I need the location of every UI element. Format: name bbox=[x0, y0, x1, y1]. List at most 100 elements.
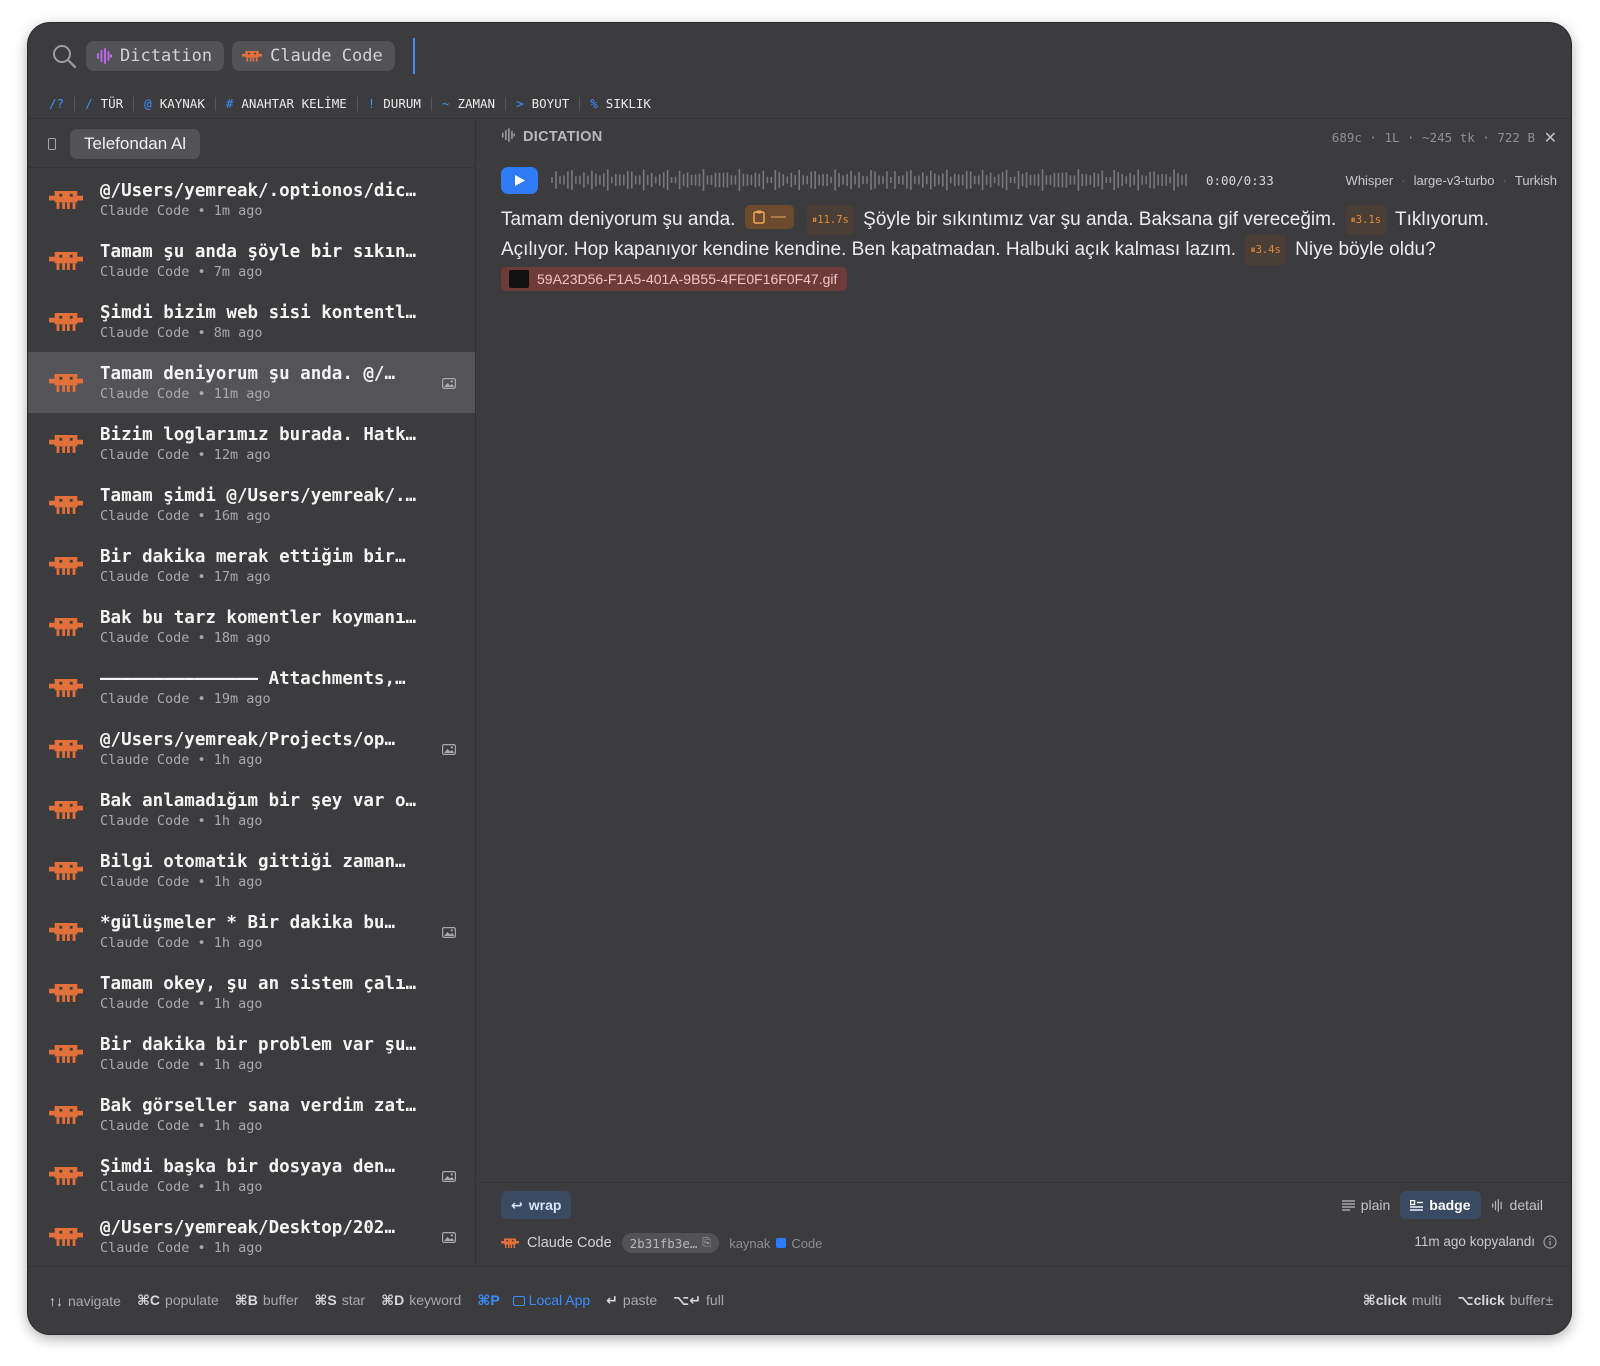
filter-symbol: / bbox=[85, 96, 93, 111]
list-item[interactable]: Tamam okey, şu an sistem çalı… Claude Cod… bbox=[28, 962, 475, 1023]
hint-multi: ⌘click multi bbox=[1363, 1292, 1442, 1309]
audio-player: 0:00/0:33 Whisper · large-v3-turbo · Tur… bbox=[501, 166, 1557, 194]
list-item[interactable]: Şimdi başka bir dosyaya den… Claude Code … bbox=[28, 1145, 475, 1206]
list-item-title: Tamam deniyorum şu anda. @/… bbox=[100, 363, 396, 384]
list-item-text: Tamam şu anda şöyle bir sıkın… Claude Cod… bbox=[100, 241, 430, 281]
list-item[interactable]: Bizim loglarımız burada. Hatk… Claude Cod… bbox=[28, 413, 475, 474]
list-item[interactable]: @/Users/yemreak/Projects/op… Claude Code … bbox=[28, 718, 475, 779]
transcript-segment: Şöyle bir sıkıntımız var şu anda. Baksan… bbox=[863, 209, 1337, 230]
list-item[interactable]: Bak görseller sana verdim zat… Claude Cod… bbox=[28, 1084, 475, 1145]
filter-label: DURUM bbox=[383, 96, 421, 111]
list-item-text: Tamam deniyorum şu anda. @/… Claude Code … bbox=[100, 363, 430, 403]
filter-symbol: @ bbox=[144, 96, 152, 111]
clipboard-badge[interactable]: — bbox=[744, 205, 794, 229]
filter-boyut[interactable]: > BOYUT bbox=[506, 96, 581, 111]
session-hash[interactable]: 2b31fb3e… ⎘ bbox=[621, 1233, 720, 1253]
list-item[interactable]: Tamam şu anda şöyle bir sıkın… Claude Cod… bbox=[28, 230, 475, 291]
list-item[interactable]: Bir dakika merak ettiğim bir… Claude Code… bbox=[28, 535, 475, 596]
list-item-text: Bilgi otomatik gittiği zaman… Claude Code… bbox=[100, 851, 430, 891]
image-attachment-icon bbox=[442, 376, 457, 394]
filter-bar: /? / TÜR @ KAYNAK # ANAHTAR KELİME ! DURUM ~… bbox=[28, 89, 1571, 119]
waveform-icon bbox=[1491, 1198, 1502, 1212]
list-item-title: ——————————————— Attachments,… bbox=[100, 668, 406, 689]
list-item[interactable]: Bak bu tarz komentler koymanı… Claude Cod… bbox=[28, 596, 475, 657]
hint-key: ↑↓ bbox=[49, 1292, 63, 1309]
transcript-text[interactable]: Tamam deniyorum şu anda. — ⏸11.7s Şöyle … bbox=[501, 205, 1535, 291]
filter-kaynak[interactable]: @ KAYNAK bbox=[134, 96, 216, 111]
code-app-icon bbox=[776, 1238, 787, 1248]
mode-plain[interactable]: plain bbox=[1332, 1191, 1401, 1219]
filter-label: ZAMAN bbox=[457, 96, 496, 111]
hash-text: 2b31fb3e… bbox=[629, 1235, 698, 1251]
hint-label: keyword bbox=[409, 1292, 462, 1308]
hint-label: paste bbox=[622, 1292, 658, 1308]
filter-symbol: % bbox=[590, 96, 598, 111]
hint-label: Local App bbox=[528, 1292, 591, 1308]
detail-stats: 689c · 1L · ~245 tk · 722 B bbox=[1331, 130, 1535, 145]
list-item-title: *gülüşmeler * Bir dakika bu… bbox=[100, 912, 396, 933]
separator: · bbox=[1401, 173, 1406, 188]
filter-durum[interactable]: ! DURUM bbox=[358, 96, 432, 111]
list-item-meta: Claude Code • 1h ago bbox=[100, 1178, 263, 1195]
list-item-title: @/Users/yemreak/.optionos/dic… bbox=[100, 180, 417, 201]
app-window: Dictation Claude Code /? / TÜR @ KAYNAK # A… bbox=[28, 23, 1571, 1334]
filter-anahtar-kelime[interactable]: # ANAHTAR KELİME bbox=[216, 96, 358, 111]
clipboard-icon bbox=[752, 210, 765, 224]
claude-crab-icon bbox=[48, 1104, 84, 1126]
list-item-title: Bizim loglarımız burada. Hatk… bbox=[100, 424, 417, 445]
hint-local-app[interactable]: ⌘P Local App bbox=[477, 1292, 590, 1309]
transcription-meta: Whisper · large-v3-turbo · Turkish bbox=[1338, 173, 1557, 188]
search-bar[interactable]: Dictation Claude Code bbox=[28, 23, 1571, 89]
claude-crab-icon bbox=[48, 616, 84, 638]
list-item-text: Bak görseller sana verdim zat… Claude Cod… bbox=[100, 1095, 430, 1135]
list-item[interactable]: Şimdi bizim web sisi kontentl… Claude Cod… bbox=[28, 291, 475, 352]
audio-waveform[interactable] bbox=[550, 167, 1192, 193]
list-item[interactable]: Bir dakika bir problem var şu… Claude Cod… bbox=[28, 1023, 475, 1084]
claude-crab-icon bbox=[48, 311, 84, 333]
filter-tur[interactable]: / TÜR bbox=[75, 96, 135, 111]
pause-duration: 11.7s bbox=[817, 214, 849, 226]
play-button[interactable] bbox=[501, 166, 538, 194]
hint-keyword: ⌘D keyword bbox=[381, 1292, 461, 1309]
gif-thumbnail bbox=[509, 270, 529, 288]
list-item[interactable]: @/Users/yemreak/Desktop/202… Claude Code … bbox=[28, 1206, 475, 1266]
close-icon[interactable]: ✕ bbox=[1544, 128, 1557, 148]
filter-chip-claude-code[interactable]: Claude Code bbox=[232, 41, 395, 71]
hint-full: ⌥↵ full bbox=[673, 1292, 724, 1309]
list-item[interactable]: Tamam deniyorum şu anda. @/… Claude Code … bbox=[28, 352, 475, 413]
filter-chip-dictation[interactable]: Dictation bbox=[86, 41, 225, 71]
list-item[interactable]: Tamam şimdi @/Users/yemreak/.… Claude Cod… bbox=[28, 474, 475, 535]
attachment-row: 59A23D56-F1A5-401A-9B55-4FE0F16F0F47.gif bbox=[501, 267, 1535, 291]
claude-crab-icon bbox=[501, 1237, 519, 1249]
list-item[interactable]: ——————————————— Attachments,… Claude Code… bbox=[28, 657, 475, 718]
list-item-text: Bir dakika merak ettiğim bir… Claude Code… bbox=[100, 546, 430, 586]
list-item-text: Şimdi başka bir dosyaya den… Claude Code … bbox=[100, 1156, 430, 1196]
waveform-icon bbox=[96, 48, 112, 64]
list-item-title: Bilgi otomatik gittiği zaman… bbox=[100, 851, 406, 872]
list-item[interactable]: @/Users/yemreak/.optionos/dic… Claude Cod… bbox=[28, 169, 475, 230]
code-app-chip[interactable]: Code bbox=[776, 1236, 822, 1251]
mode-badge[interactable]: badge bbox=[1400, 1191, 1481, 1219]
shortcut-bar: ↑↓ navigate ⌘C populate ⌘B buffer ⌘S star ⌘D… bbox=[28, 1266, 1571, 1334]
playback-time: 0:00/0:33 bbox=[1206, 172, 1274, 188]
hint-key: ⌘B bbox=[234, 1292, 258, 1308]
pause-badge: ⏸3.4s bbox=[1245, 235, 1286, 265]
hint-star: ⌘S star bbox=[314, 1292, 365, 1309]
list-item-title: Bir dakika bir problem var şu… bbox=[100, 1034, 417, 1055]
filter-zaman[interactable]: ~ ZAMAN bbox=[432, 96, 507, 111]
mode-detail[interactable]: detail bbox=[1481, 1191, 1553, 1219]
filter-label: BOYUT bbox=[531, 96, 570, 111]
receive-from-phone-button[interactable]: Telefondan Al bbox=[70, 128, 201, 159]
language-label: Turkish bbox=[1514, 173, 1557, 188]
list-item[interactable]: Bilgi otomatik gittiği zaman… Claude Code… bbox=[28, 840, 475, 901]
list-item[interactable]: Bak anlamadığım bir şey var o… Claude Cod… bbox=[28, 779, 475, 840]
wrap-toggle[interactable]: ↩ wrap bbox=[501, 1191, 572, 1219]
list-item[interactable]: *gülüşmeler * Bir dakika bu… Claude Code … bbox=[28, 901, 475, 962]
source-name: Claude Code bbox=[527, 1235, 612, 1251]
filter-help[interactable]: /? bbox=[49, 96, 76, 111]
list-item-meta: Claude Code • 12m ago bbox=[100, 446, 271, 463]
gif-attachment[interactable]: 59A23D56-F1A5-401A-9B55-4FE0F16F0F47.gif bbox=[501, 267, 848, 291]
list-item-text: Tamam şimdi @/Users/yemreak/.… Claude Cod… bbox=[100, 485, 430, 525]
filter-siklik[interactable]: % SIKLIK bbox=[580, 96, 661, 111]
info-icon[interactable] bbox=[1543, 1234, 1557, 1249]
